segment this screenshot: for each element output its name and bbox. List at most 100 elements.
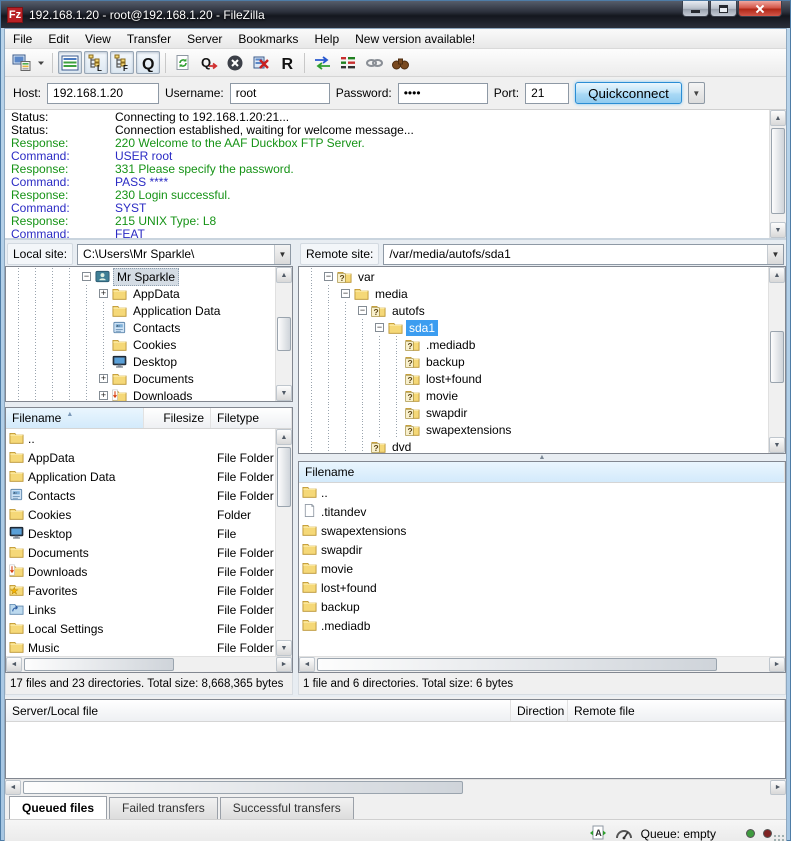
expand-icon[interactable]: +	[99, 289, 108, 298]
tab-successful-transfers[interactable]: Successful transfers	[220, 797, 354, 819]
column-header-server-local-file[interactable]: Server/Local file	[6, 700, 511, 721]
menu-item-server[interactable]: Server	[179, 30, 230, 48]
column-header-filetype[interactable]: Filetype	[211, 408, 292, 428]
toggle-local-tree-button[interactable]: L	[84, 51, 108, 74]
minimize-button[interactable]	[682, 1, 709, 17]
file-row[interactable]: swapdir	[299, 540, 785, 559]
collapse-icon[interactable]: −	[324, 272, 333, 281]
tree-item[interactable]: ?backup	[299, 353, 768, 370]
file-row[interactable]: a=ContactsFile Folder	[6, 486, 275, 505]
scroll-right-icon[interactable]: ►	[276, 657, 292, 672]
combo-arrow-icon[interactable]: ▼	[274, 245, 290, 264]
tree-item[interactable]: −?var	[299, 268, 768, 285]
password-input[interactable]	[398, 83, 488, 104]
collapse-icon[interactable]: −	[375, 323, 384, 332]
refresh-button[interactable]	[171, 51, 195, 74]
tree-item[interactable]: ?.mediadb	[299, 336, 768, 353]
port-input[interactable]	[525, 83, 569, 104]
expand-icon[interactable]: +	[99, 391, 108, 400]
column-header-filename[interactable]: Filename▲	[6, 408, 144, 428]
file-row[interactable]: .mediadb	[299, 616, 785, 635]
file-row[interactable]: Application DataFile Folder	[6, 467, 275, 486]
tree-item[interactable]: Cookies	[6, 336, 275, 353]
local-list-horizontal-scrollbar[interactable]: ◄ ►	[6, 656, 292, 672]
log-vertical-scrollbar[interactable]: ▲ ▼	[769, 110, 786, 238]
file-row[interactable]: backup	[299, 597, 785, 616]
menu-item-transfer[interactable]: Transfer	[119, 30, 179, 48]
menu-item-bookmarks[interactable]: Bookmarks	[230, 30, 306, 48]
scroll-down-icon[interactable]: ▼	[276, 640, 292, 656]
file-row[interactable]: swapextensions	[299, 521, 785, 540]
toggle-remote-tree-button[interactable]: F	[110, 51, 134, 74]
scroll-up-icon[interactable]: ▲	[276, 429, 292, 445]
synchronized-browsing-button[interactable]	[362, 51, 386, 74]
column-header-remote-file[interactable]: Remote file	[568, 700, 785, 721]
local-list-vertical-scrollbar[interactable]: ▲ ▼	[275, 429, 292, 656]
column-header-direction[interactable]: Direction	[511, 700, 568, 721]
quickconnect-button[interactable]: Quickconnect	[575, 82, 682, 104]
tree-expander[interactable]: −	[78, 268, 95, 285]
combo-arrow-icon[interactable]: ▼	[767, 245, 783, 264]
scroll-right-icon[interactable]: ►	[769, 657, 785, 672]
file-row[interactable]: ..	[299, 483, 785, 502]
file-row[interactable]: DesktopFile	[6, 524, 275, 543]
expand-icon[interactable]: +	[99, 374, 108, 383]
menu-item-view[interactable]: View	[77, 30, 119, 48]
tree-expander[interactable]: −	[354, 302, 371, 319]
file-row[interactable]: Local SettingsFile Folder	[6, 619, 275, 638]
host-input[interactable]	[47, 83, 159, 104]
cancel-operation-button[interactable]	[223, 51, 247, 74]
remote-splitter[interactable]: ▲	[298, 454, 786, 461]
menu-item-help[interactable]: Help	[306, 30, 347, 48]
tree-item[interactable]: ?movie	[299, 387, 768, 404]
tree-item[interactable]: ?lost+found	[299, 370, 768, 387]
title-bar[interactable]: Fz 192.168.1.20 - root@192.168.1.20 - Fi…	[1, 1, 790, 28]
process-queue-button[interactable]: Q	[197, 51, 221, 74]
tree-expander[interactable]: −	[337, 285, 354, 302]
tree-item[interactable]: −?autofs	[299, 302, 768, 319]
scroll-up-icon[interactable]: ▲	[770, 110, 786, 126]
compare-directories-button[interactable]	[310, 51, 334, 74]
file-row[interactable]: .titandev	[299, 502, 785, 521]
tree-item[interactable]: Application Data	[6, 302, 275, 319]
tree-item[interactable]: +Documents	[6, 370, 275, 387]
scroll-left-icon[interactable]: ◄	[299, 657, 315, 672]
menu-item-new-version-available[interactable]: New version available!	[347, 30, 483, 48]
tree-expander[interactable]: −	[320, 268, 337, 285]
menu-item-edit[interactable]: Edit	[40, 30, 77, 48]
file-row[interactable]: AppDataFile Folder	[6, 448, 275, 467]
scroll-right-icon[interactable]: ►	[770, 780, 786, 795]
local-site-combobox[interactable]: C:\Users\Mr Sparkle\ ▼	[77, 244, 291, 265]
file-row[interactable]: CookiesFolder	[6, 505, 275, 524]
remote-tree-vertical-scrollbar[interactable]: ▲ ▼	[768, 267, 785, 453]
scroll-left-icon[interactable]: ◄	[6, 657, 22, 672]
scroll-up-icon[interactable]: ▲	[276, 267, 292, 283]
column-header-filename[interactable]: Filename	[299, 462, 785, 482]
tree-item[interactable]: −sda1	[299, 319, 768, 336]
scroll-down-icon[interactable]: ▼	[769, 437, 785, 453]
directory-listing-button[interactable]	[336, 51, 360, 74]
file-row[interactable]: ★FavoritesFile Folder	[6, 581, 275, 600]
site-manager-dropdown-button[interactable]	[35, 51, 47, 74]
file-row[interactable]: DownloadsFile Folder	[6, 562, 275, 581]
file-row[interactable]: ..	[6, 429, 275, 448]
scroll-down-icon[interactable]: ▼	[770, 222, 786, 238]
tree-item[interactable]: a=Contacts	[6, 319, 275, 336]
tree-expander[interactable]: +	[95, 370, 112, 387]
menu-item-file[interactable]: File	[5, 30, 40, 48]
collapse-icon[interactable]: −	[82, 272, 91, 281]
tree-item[interactable]: −Mr Sparkle	[6, 268, 275, 285]
toggle-message-log-button[interactable]	[58, 51, 82, 74]
find-files-button[interactable]	[388, 51, 412, 74]
tree-expander[interactable]: +	[95, 387, 112, 401]
column-header-filesize[interactable]: Filesize	[144, 408, 211, 428]
remote-site-combobox[interactable]: /var/media/autofs/sda1 ▼	[383, 244, 784, 265]
file-row[interactable]: MusicFile Folder	[6, 638, 275, 656]
reconnect-button[interactable]: R	[275, 51, 299, 74]
tab-queued-files[interactable]: Queued files	[9, 796, 107, 819]
scroll-down-icon[interactable]: ▼	[276, 385, 292, 401]
local-tree-vertical-scrollbar[interactable]: ▲ ▼	[275, 267, 292, 401]
tree-item[interactable]: ?dvd	[299, 438, 768, 453]
tree-item[interactable]: −media	[299, 285, 768, 302]
collapse-icon[interactable]: −	[358, 306, 367, 315]
